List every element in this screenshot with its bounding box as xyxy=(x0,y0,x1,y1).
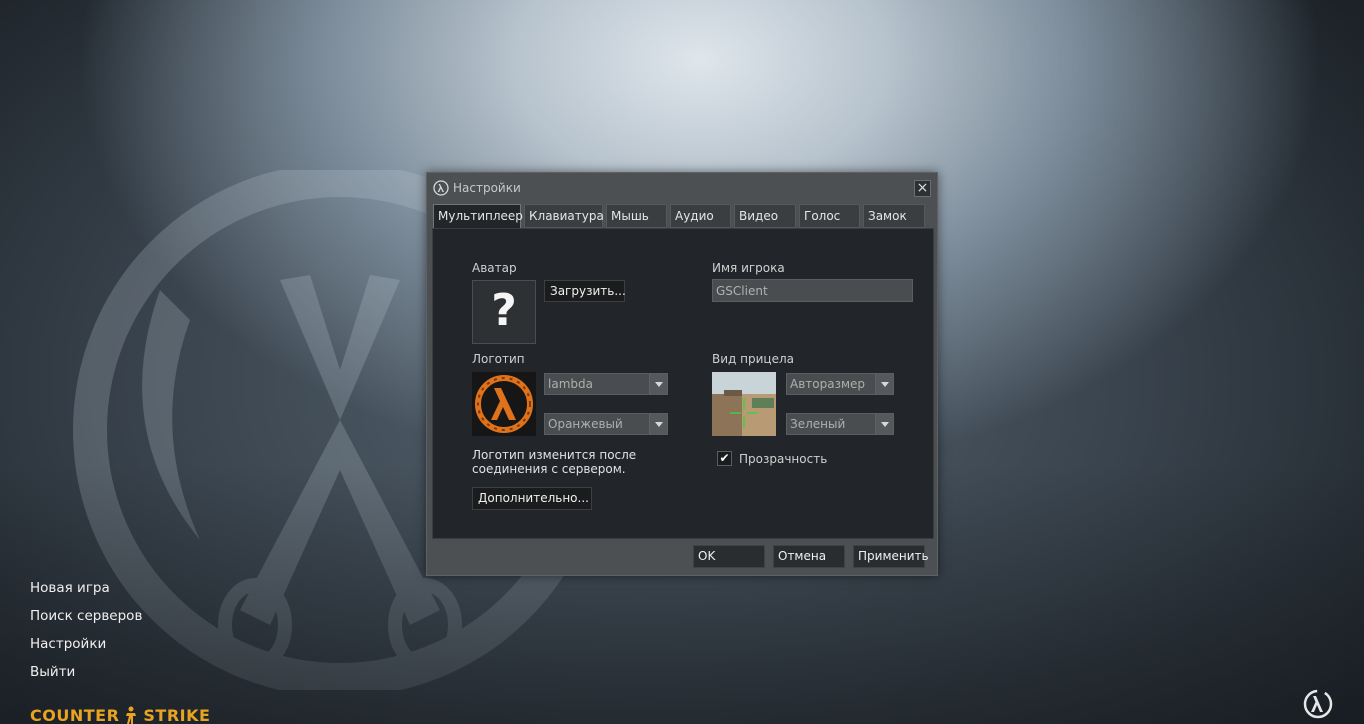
crosshair-size-select[interactable]: Авторазмер xyxy=(786,373,894,395)
question-mark-icon: ? xyxy=(491,285,517,336)
checkmark-icon: ✔ xyxy=(719,451,730,465)
tab-video[interactable]: Видео xyxy=(734,204,796,228)
crosshair-color-value: Зеленый xyxy=(790,417,846,431)
menu-item-quit[interactable]: Выйти xyxy=(30,662,142,690)
tab-mouse[interactable]: Мышь xyxy=(606,204,667,228)
lambda-logo-icon xyxy=(472,372,536,436)
dialog-title-bar[interactable]: Настройки × xyxy=(427,173,937,201)
settings-dialog: Настройки × Мультиплеер Клавиатура Мышь … xyxy=(426,172,938,576)
settings-tabs: Мультиплеер Клавиатура Мышь Аудио Видео … xyxy=(433,204,928,229)
chevron-down-icon xyxy=(649,414,667,434)
dialog-title: Настройки xyxy=(453,181,521,195)
soldier-icon xyxy=(123,706,139,724)
avatar-preview: ? xyxy=(472,280,536,344)
crosshair-preview-image xyxy=(712,372,776,436)
half-life-corner-icon xyxy=(1303,689,1333,719)
multiplayer-panel: Аватар ? Загрузить... Имя игрока Логотип… xyxy=(432,228,934,539)
half-life-icon xyxy=(433,180,449,196)
logo-type-value: lambda xyxy=(548,377,593,391)
transparency-label: Прозрачность xyxy=(739,452,828,466)
crosshair-size-value: Авторазмер xyxy=(790,377,866,391)
advanced-button[interactable]: Дополнительно... xyxy=(472,487,592,510)
chevron-down-icon xyxy=(875,414,893,434)
logo-color-value: Оранжевый xyxy=(548,417,623,431)
logo-label: Логотип xyxy=(472,352,525,366)
chevron-down-icon xyxy=(875,374,893,394)
logo-preview xyxy=(472,372,536,436)
tab-lock[interactable]: Замок xyxy=(863,204,925,228)
avatar-label: Аватар xyxy=(472,261,517,275)
close-icon: × xyxy=(916,180,929,196)
player-name-label: Имя игрока xyxy=(712,261,785,275)
close-button[interactable]: × xyxy=(914,180,931,197)
logo-color-select[interactable]: Оранжевый xyxy=(544,413,668,435)
upload-avatar-button[interactable]: Загрузить... xyxy=(544,280,626,302)
tab-audio[interactable]: Аудио xyxy=(670,204,731,228)
game-logo-left-text: COUNTER xyxy=(30,706,120,724)
menu-item-find-servers[interactable]: Поиск серверов xyxy=(30,606,142,634)
ok-button[interactable]: OK xyxy=(693,545,765,568)
tab-multiplayer[interactable]: Мультиплеер xyxy=(433,204,523,229)
menu-item-new-game[interactable]: Новая игра xyxy=(30,578,142,606)
main-menu: Новая игра Поиск серверов Настройки Выйт… xyxy=(30,578,142,690)
game-logo-right-text: STRIKE xyxy=(143,706,211,724)
crosshair-preview xyxy=(712,372,776,436)
cancel-button[interactable]: Отмена xyxy=(773,545,845,568)
crosshair-color-select[interactable]: Зеленый xyxy=(786,413,894,435)
logo-note: Логотип изменится после соединения с сер… xyxy=(472,448,637,476)
apply-button[interactable]: Применить xyxy=(853,545,929,568)
tab-voice[interactable]: Голос xyxy=(799,204,860,228)
crosshair-label: Вид прицела xyxy=(712,352,794,366)
tab-keyboard[interactable]: Клавиатура xyxy=(524,204,604,228)
transparency-checkbox[interactable]: ✔ xyxy=(717,451,732,466)
chevron-down-icon xyxy=(649,374,667,394)
menu-item-settings[interactable]: Настройки xyxy=(30,634,142,662)
player-name-input[interactable] xyxy=(712,279,913,302)
logo-type-select[interactable]: lambda xyxy=(544,373,668,395)
game-logo: COUNTER STRIKE xyxy=(30,706,210,724)
